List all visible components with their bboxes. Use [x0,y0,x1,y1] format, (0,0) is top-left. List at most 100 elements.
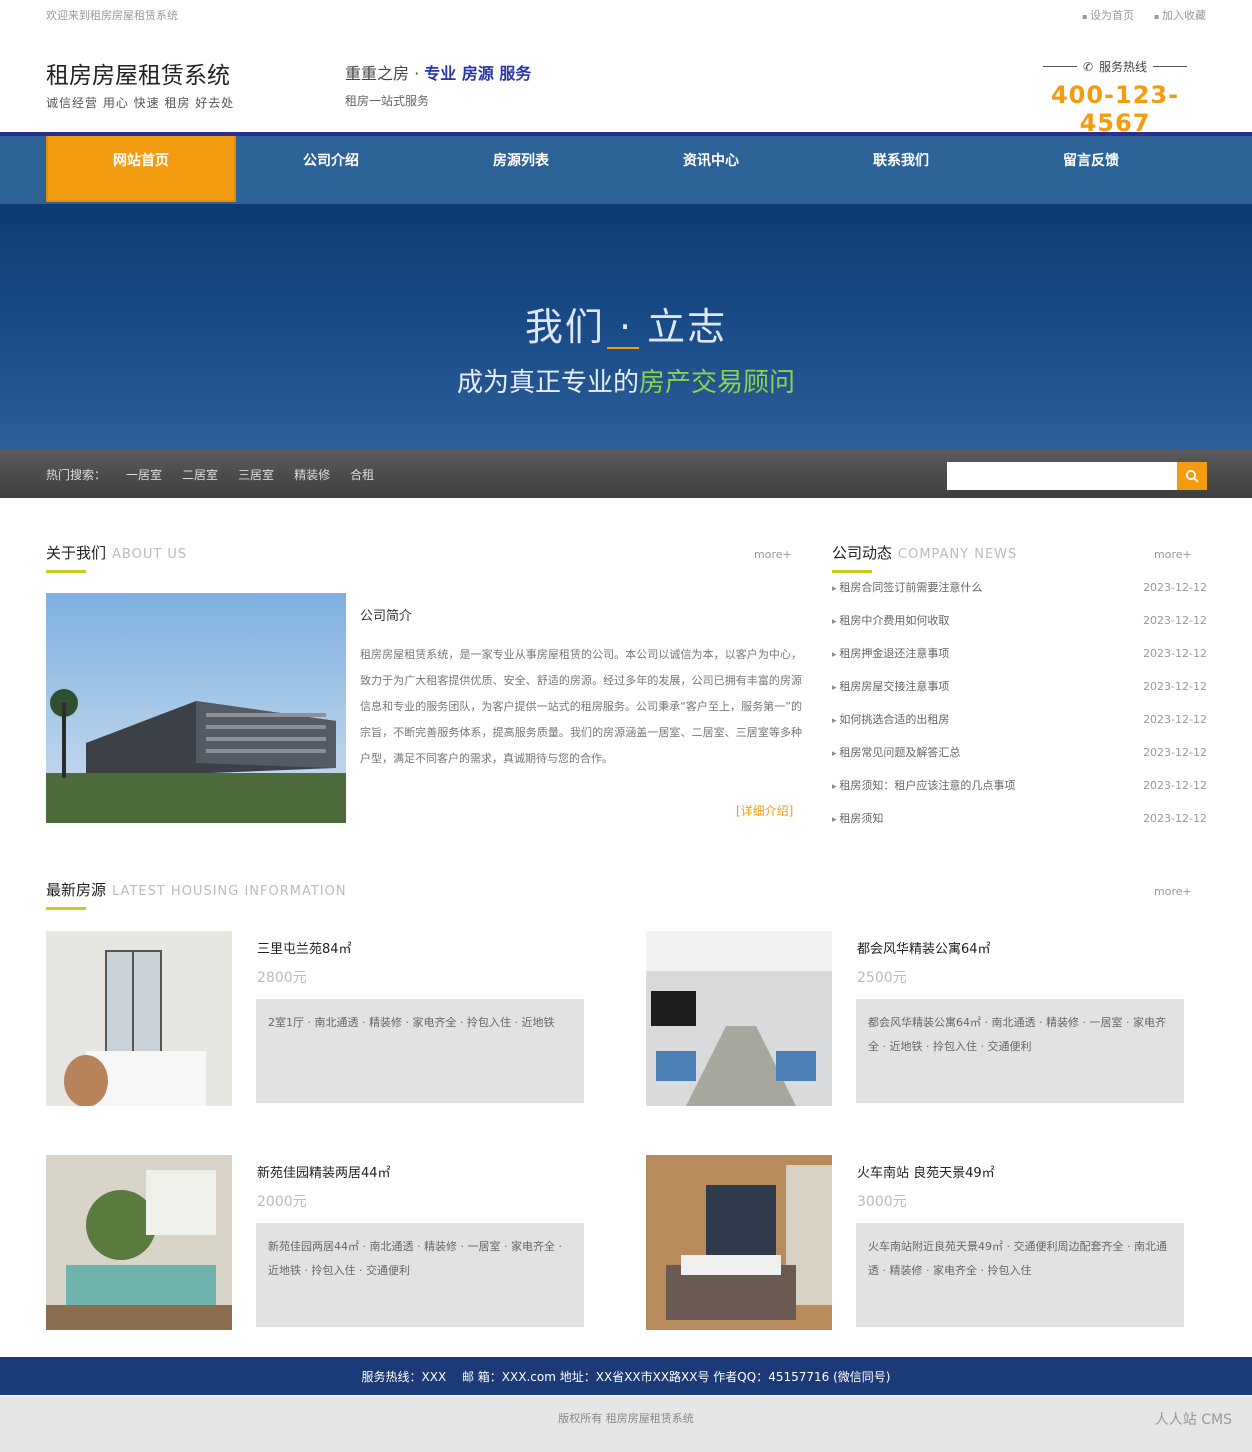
list-item[interactable]: 租房须知 2023-12-12 [832,809,1207,842]
top-links: 设为首页 加入收藏 [1082,7,1206,23]
news-title[interactable]: 租房房屋交接注意事项 [832,677,949,710]
house-image-1[interactable] [46,931,232,1106]
banner-line2-prefix: 成为真正专业的 [456,368,639,398]
copyright-text: 版权所有 租房房屋租赁系统 [558,1412,694,1425]
footer-contact: 服务热线：XXX 邮 箱：XXX.com 地址：XX省XX市XX路XX号 作者Q… [0,1357,1252,1395]
news-date: 2023-12-12 [1143,647,1207,660]
about-title: 公司简介 [360,609,413,624]
news-title[interactable]: 租房须知 [832,809,883,842]
news-title[interactable]: 租房中介费用如何收取 [832,611,949,644]
house-title[interactable]: 三里屯兰苑84㎡ [257,938,352,957]
nav-about[interactable]: 公司介绍 [236,136,426,204]
house-desc: 都会风华精装公寓64㎡ · 南北通透 · 精装修 · 一居室 · 家电齐全 · … [856,999,1184,1103]
search-strip: 热门搜索： 一居室 二居室 三居室 精装修 合租 [0,450,1252,498]
hot-search-item[interactable]: 一居室 [126,466,162,483]
house-image-4[interactable] [646,1155,832,1330]
search-input[interactable] [947,462,1177,490]
houses-more-link[interactable]: more+ [1154,885,1192,898]
news-heading-en: COMPANY NEWS [898,547,1018,562]
main-nav: 网站首页 公司介绍 房源列表 资讯中心 联系我们 留言反馈 [0,136,1252,204]
set-homepage-link[interactable]: 设为首页 [1082,7,1134,23]
news-date: 2023-12-12 [1143,746,1207,759]
about-more-link[interactable]: more+ [754,548,792,561]
about-text: 租房房屋租赁系统，是一家专业从事房屋租赁的公司。本公司以诚信为本，以客户为中心，… [360,648,802,765]
nav-home[interactable]: 网站首页 [46,136,236,202]
hot-searches: 热门搜索： 一居室 二居室 三居室 精装修 合租 [46,466,374,483]
banner-line1: 我们 · 立志 [524,305,728,349]
list-item[interactable]: 租房须知：租户应该注意的几点事项 2023-12-12 [832,776,1207,809]
slogan: 重重之房 · 专业 房源 服务 租房一站式服务 [345,64,532,108]
news-date: 2023-12-12 [1143,779,1207,792]
search-icon [1185,469,1199,483]
list-item[interactable]: 租房房屋交接注意事项 2023-12-12 [832,677,1207,710]
house-title[interactable]: 火车南站 良苑天景49㎡ [857,1162,995,1181]
news-title[interactable]: 如何挑选合适的出租房 [832,710,949,743]
house-image-2[interactable] [646,931,832,1106]
add-favorite-link[interactable]: 加入收藏 [1154,7,1206,23]
news-title[interactable]: 租房常见问题及解答汇总 [832,743,960,776]
list-item[interactable]: 租房常见问题及解答汇总 2023-12-12 [832,743,1207,776]
nav-news[interactable]: 资讯中心 [616,136,806,204]
news-title[interactable]: 租房押金退还注意事项 [832,644,949,677]
site-tagline: 诚信经营 用心 快速 租房 好去处 [46,96,235,110]
news-heading-cn: 公司动态 [832,544,893,562]
phone-icon: ✆ [1082,59,1094,74]
welcome-text: 欢迎来到租房房屋租赁系统 [46,9,178,22]
house-title[interactable]: 都会风华精装公寓64㎡ [857,938,991,957]
nav-listings[interactable]: 房源列表 [426,136,616,204]
house-price: 3000元 [857,1194,907,1210]
hero-banner: 我们 · 立志 成为真正专业的房产交易顾问 [0,204,1252,450]
house-desc: 2室1厅 · 南北通透 · 精装修 · 家电齐全 · 拎包入住 · 近地铁 [256,999,584,1103]
news-date: 2023-12-12 [1143,812,1207,825]
list-item[interactable]: 租房押金退还注意事项 2023-12-12 [832,644,1207,677]
news-title[interactable]: 租房须知：租户应该注意的几点事项 [832,776,1015,809]
footer-copyright: 版权所有 租房房屋租赁系统 人人站 CMS [0,1396,1252,1452]
hot-search-item[interactable]: 精装修 [294,466,330,483]
company-building-image [46,593,346,823]
hot-search-item[interactable]: 合租 [350,466,374,483]
list-item[interactable]: 租房合同签订前需要注意什么 2023-12-12 [832,578,1207,611]
news-list: 租房合同签订前需要注意什么 2023-12-12 租房中介费用如何收取 2023-1… [832,578,1207,842]
about-heading-en: ABOUT US [112,547,188,562]
top-bar: 欢迎来到租房房屋租赁系统 设为首页 加入收藏 [0,0,1252,28]
about-detail-link[interactable]: [详细介绍] [736,802,793,819]
hotline: ✆ 服务热线 400-123-4567 [1030,58,1200,137]
about-heading-cn: 关于我们 [46,544,107,562]
houses-heading-en: LATEST HOUSING INFORMATION [112,884,347,899]
hot-label: 热门搜索： [46,468,107,482]
news-date: 2023-12-12 [1143,581,1207,594]
news-date: 2023-12-12 [1143,713,1207,726]
banner-line2: 成为真正专业的房产交易顾问 [0,362,1252,399]
slogan-sub: 租房一站式服务 [345,94,430,108]
news-heading: 公司动态 COMPANY NEWS [832,542,1018,573]
banner-divider [607,347,639,349]
news-title[interactable]: 租房合同签订前需要注意什么 [832,578,982,611]
news-date: 2023-12-12 [1143,680,1207,693]
news-more-link[interactable]: more+ [1154,548,1192,561]
nav-feedback[interactable]: 留言反馈 [996,136,1186,204]
search-button[interactable] [1177,462,1207,490]
house-title[interactable]: 新苑佳园精装两居44㎡ [257,1162,391,1181]
house-image-3[interactable] [46,1155,232,1330]
house-price: 2000元 [257,1194,307,1210]
hotline-number: 400-123-4567 [1050,81,1180,137]
house-desc: 新苑佳园两居44㎡ · 南北通透 · 精装修 · 一居室 · 家电齐全 · 近地… [256,1223,584,1327]
houses-heading: 最新房源 LATEST HOUSING INFORMATION [46,879,347,910]
slogan-prefix: 重重之房 [345,64,410,83]
list-item[interactable]: 如何挑选合适的出租房 2023-12-12 [832,710,1207,743]
house-price: 2800元 [257,970,307,986]
hot-search-item[interactable]: 二居室 [182,466,218,483]
site-name: 租房房屋租赁系统 [46,63,230,89]
house-desc: 火车南站附近良苑天景49㎡ · 交通便利周边配套齐全 · 南北通透 · 精装修 … [856,1223,1184,1327]
cms-brandmark: 人人站 CMS [1154,1412,1232,1428]
news-date: 2023-12-12 [1143,614,1207,627]
banner-line2-highlight: 房产交易顾问 [639,368,796,398]
hot-search-item[interactable]: 三居室 [238,466,274,483]
list-item[interactable]: 租房中介费用如何收取 2023-12-12 [832,611,1207,644]
slogan-highlight: 专业 房源 服务 [424,64,532,83]
hotline-label: 服务热线 [1099,60,1148,74]
site-header: 租房房屋租赁系统 诚信经营 用心 快速 租房 好去处 重重之房 · 专业 房源 … [0,28,1252,137]
nav-contact[interactable]: 联系我们 [806,136,996,204]
brand[interactable]: 租房房屋租赁系统 诚信经营 用心 快速 租房 好去处 [46,56,234,111]
houses-heading-cn: 最新房源 [46,881,107,899]
